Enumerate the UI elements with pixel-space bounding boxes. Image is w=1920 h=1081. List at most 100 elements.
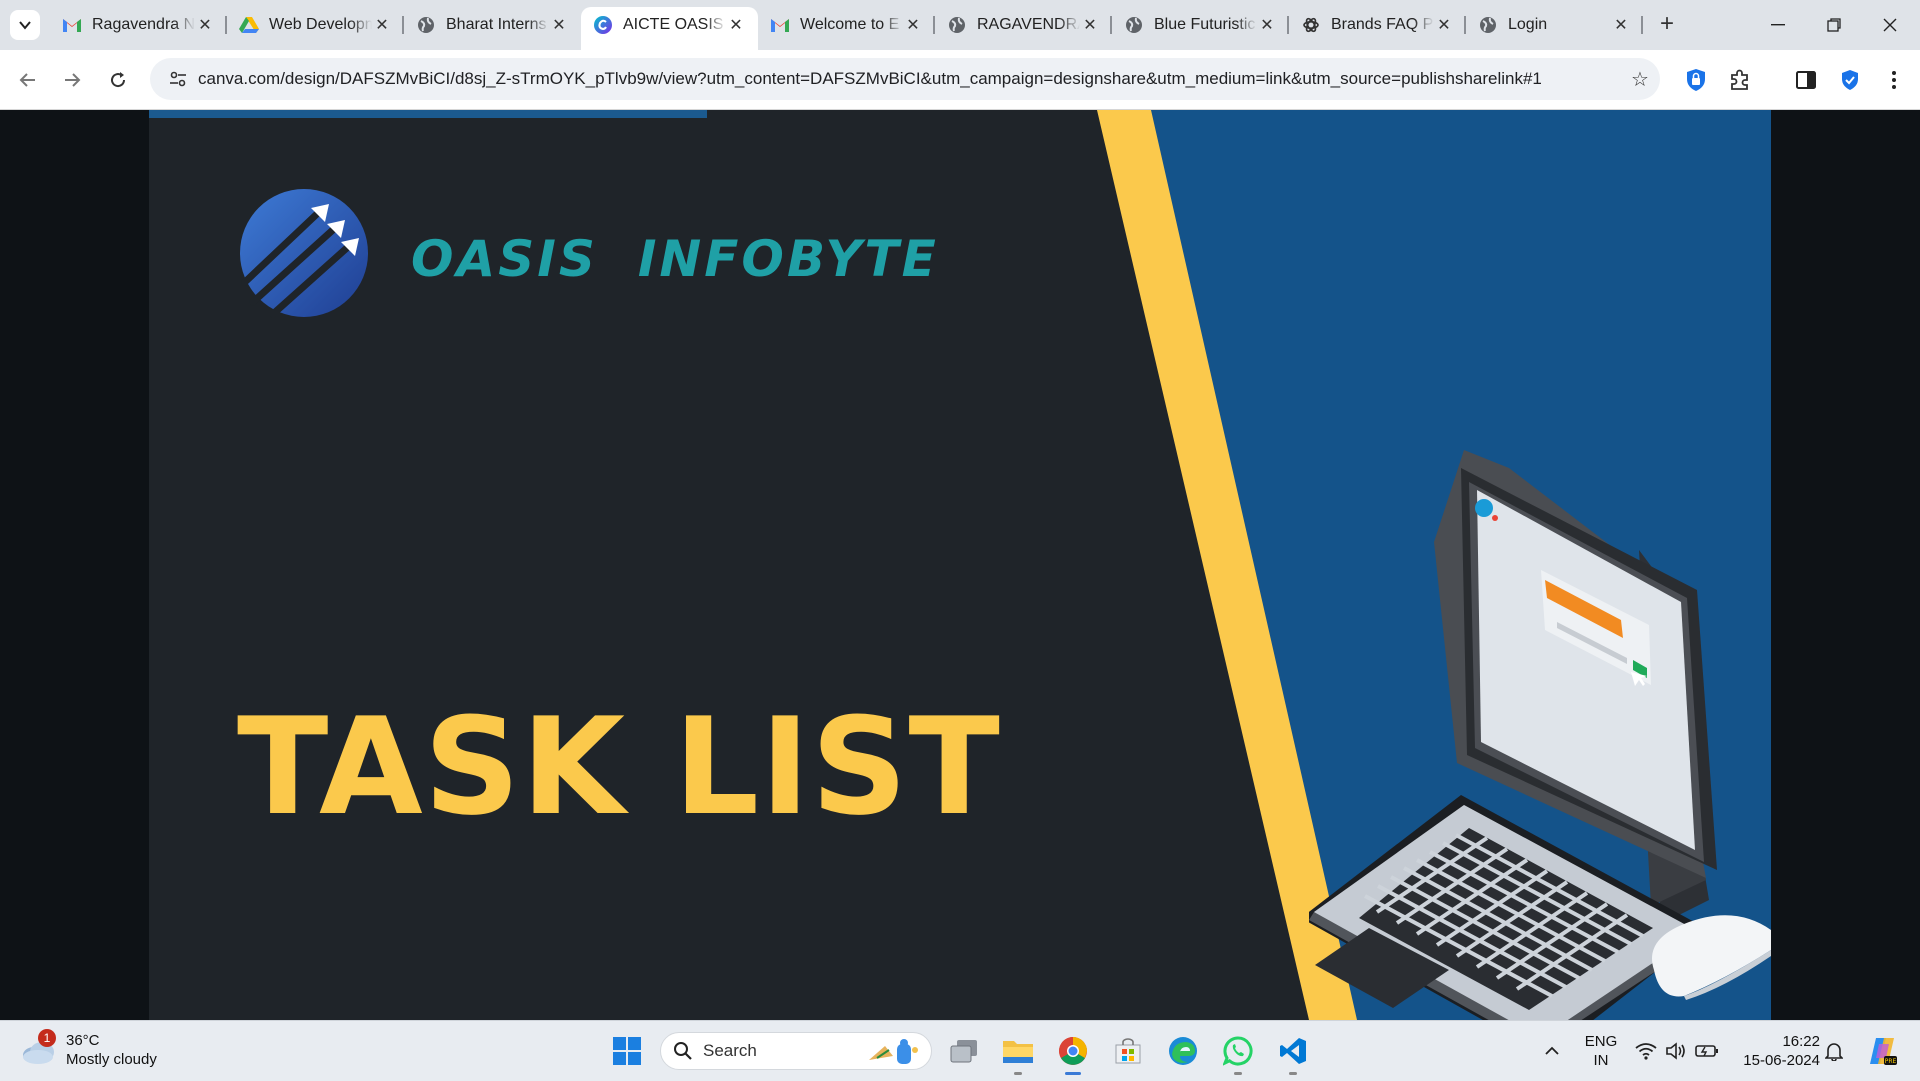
file-explorer-button[interactable] bbox=[1000, 1033, 1036, 1075]
tab[interactable]: Blue Futuristic ✕ bbox=[1112, 7, 1289, 43]
copilot-button[interactable]: PRE bbox=[1864, 1033, 1900, 1069]
forward-button[interactable] bbox=[56, 64, 88, 96]
folder-icon bbox=[1003, 1041, 1033, 1063]
side-panel-icon[interactable] bbox=[1792, 66, 1820, 94]
gmail-icon bbox=[62, 15, 82, 35]
globe-icon bbox=[416, 15, 436, 35]
address-url[interactable]: canva.com/design/DAFSZMvBiCI/d8sj_Z-sTrm… bbox=[198, 69, 1620, 89]
browser-toolbar: canva.com/design/DAFSZMvBiCI/d8sj_Z-sTrm… bbox=[0, 50, 1920, 110]
back-button[interactable] bbox=[12, 64, 44, 96]
tab[interactable]: RAGAVENDRA ✕ bbox=[935, 7, 1112, 43]
weather-description: Mostly cloudy bbox=[66, 1051, 157, 1068]
close-icon[interactable]: ✕ bbox=[1434, 15, 1454, 35]
close-icon[interactable]: ✕ bbox=[549, 15, 569, 35]
cloud-icon: 1 bbox=[20, 1029, 56, 1065]
tab-search-button[interactable] bbox=[10, 10, 40, 40]
globe-icon bbox=[1124, 15, 1144, 35]
close-icon[interactable]: ✕ bbox=[1611, 15, 1631, 35]
mouse-illustration bbox=[1652, 915, 1771, 1000]
vscode-icon bbox=[1280, 1038, 1306, 1064]
clock-date: 15-06-2024 bbox=[1743, 1052, 1820, 1069]
brand-word-infobyte: INFOBYTE bbox=[637, 230, 939, 288]
close-window-button[interactable] bbox=[1862, 0, 1918, 50]
search-highlight-icon bbox=[869, 1039, 918, 1064]
tab[interactable]: Welcome to E ✕ bbox=[758, 7, 935, 43]
task-view-button[interactable] bbox=[946, 1033, 982, 1069]
browser-tab-strip: Ragavendra N ✕ Web Developm ✕ Bharat Int… bbox=[0, 0, 1920, 50]
tab-title: Ragavendra N bbox=[92, 16, 195, 33]
brand-name: OASIS INFOBYTE bbox=[411, 230, 979, 288]
tab-title: Bharat Interns bbox=[446, 16, 547, 33]
close-icon[interactable]: ✕ bbox=[1080, 15, 1100, 35]
microsoft-store-button[interactable] bbox=[1110, 1033, 1146, 1069]
tab[interactable]: Ragavendra N ✕ bbox=[50, 7, 227, 43]
tab-active[interactable]: AICTE OASIS I ✕ bbox=[581, 7, 758, 50]
close-icon[interactable]: ✕ bbox=[726, 15, 746, 35]
start-button[interactable] bbox=[609, 1033, 645, 1069]
minimize-button[interactable] bbox=[1750, 0, 1806, 50]
close-icon bbox=[1883, 18, 1897, 32]
reload-button[interactable] bbox=[102, 64, 134, 96]
site-info-icon[interactable] bbox=[158, 70, 198, 88]
notifications-button[interactable] bbox=[1818, 1033, 1850, 1069]
drive-icon bbox=[239, 15, 259, 35]
tab[interactable]: Login ✕ bbox=[1466, 7, 1643, 43]
password-manager-icon[interactable] bbox=[1682, 66, 1710, 94]
chevron-up-icon bbox=[1545, 1046, 1559, 1055]
show-hidden-icons-button[interactable] bbox=[1536, 1033, 1568, 1069]
language-indicator[interactable]: ENG IN bbox=[1578, 1032, 1624, 1070]
address-bar[interactable]: canva.com/design/DAFSZMvBiCI/d8sj_Z-sTrm… bbox=[150, 58, 1660, 100]
task-view-icon bbox=[950, 1040, 977, 1063]
tab[interactable]: Brands FAQ P ✕ bbox=[1289, 7, 1466, 43]
new-tab-button[interactable]: + bbox=[1652, 10, 1682, 40]
arrow-left-icon bbox=[19, 73, 35, 87]
tab-title: Welcome to E bbox=[800, 16, 900, 33]
language-code: ENG bbox=[1584, 1033, 1618, 1050]
system-tray-status[interactable] bbox=[1632, 1033, 1722, 1069]
globe-icon bbox=[1478, 15, 1498, 35]
tab-title: Login bbox=[1508, 16, 1548, 33]
close-icon[interactable]: ✕ bbox=[372, 15, 392, 35]
weather-badge: 1 bbox=[38, 1029, 56, 1047]
close-icon[interactable]: ✕ bbox=[903, 15, 923, 35]
clock[interactable]: 16:22 15-06-2024 bbox=[1732, 1032, 1820, 1070]
taskbar-search[interactable]: Search bbox=[660, 1032, 932, 1070]
weather-widget[interactable]: 1 36°C Mostly cloudy bbox=[20, 1029, 157, 1069]
globe-icon bbox=[947, 15, 967, 35]
tab-title: Blue Futuristic bbox=[1154, 16, 1256, 33]
extensions-puzzle-icon[interactable] bbox=[1726, 66, 1754, 94]
search-label: Search bbox=[703, 1041, 757, 1060]
canva-icon bbox=[593, 15, 613, 35]
language-region: IN bbox=[1593, 1052, 1609, 1069]
security-shield-icon[interactable] bbox=[1836, 66, 1864, 94]
tab[interactable]: Web Developm ✕ bbox=[227, 7, 404, 43]
tab-list: Ragavendra N ✕ Web Developm ✕ Bharat Int… bbox=[50, 7, 1643, 50]
close-icon[interactable]: ✕ bbox=[195, 15, 215, 35]
tab-title: AICTE OASIS I bbox=[623, 16, 726, 33]
brand-word-oasis: OASIS bbox=[411, 230, 598, 288]
chrome-button[interactable] bbox=[1055, 1033, 1091, 1075]
weather-temperature: 36°C bbox=[66, 1032, 100, 1049]
whatsapp-button[interactable] bbox=[1220, 1033, 1256, 1075]
canva-slide: OASIS INFOBYTE TASK LIST bbox=[149, 110, 1771, 1020]
battery-icon bbox=[1695, 1045, 1718, 1057]
slide-title: TASK LIST bbox=[237, 689, 1001, 845]
restore-button[interactable] bbox=[1806, 0, 1862, 50]
close-icon[interactable]: ✕ bbox=[1257, 15, 1277, 35]
whatsapp-icon bbox=[1223, 1036, 1253, 1066]
kebab-menu-icon[interactable] bbox=[1880, 66, 1908, 94]
vscode-button[interactable] bbox=[1275, 1033, 1311, 1075]
clock-time: 16:22 bbox=[1782, 1033, 1820, 1050]
arrow-right-icon bbox=[65, 73, 81, 87]
bookmark-star-icon[interactable]: ☆ bbox=[1620, 67, 1660, 92]
page-viewport: OASIS INFOBYTE TASK LIST bbox=[0, 110, 1920, 1020]
chevron-down-icon bbox=[19, 21, 31, 30]
volume-icon bbox=[1666, 1042, 1685, 1060]
edge-button[interactable] bbox=[1165, 1033, 1201, 1069]
copilot-icon: PRE bbox=[1870, 1038, 1897, 1065]
bell-icon bbox=[1825, 1043, 1843, 1061]
tab[interactable]: Bharat Interns ✕ bbox=[404, 7, 581, 43]
svg-text:PRE: PRE bbox=[1885, 1058, 1897, 1065]
openai-icon bbox=[1301, 15, 1321, 35]
chrome-icon bbox=[1059, 1037, 1087, 1065]
